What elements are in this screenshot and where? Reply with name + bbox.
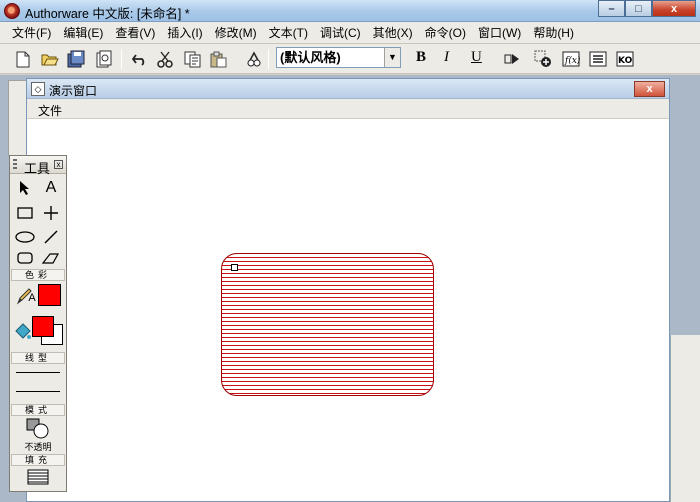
grip-handle-icon[interactable] (13, 159, 17, 171)
run-icon[interactable] (502, 49, 522, 69)
text-tool-icon[interactable]: A (39, 178, 63, 198)
fill-foreground-swatch[interactable] (32, 316, 54, 337)
presentation-window-icon: ◇ (31, 82, 45, 96)
mode-section-label: 模式 (11, 404, 65, 416)
rounded-rectangle-tool-icon[interactable] (13, 248, 37, 268)
menu-file[interactable]: 文件(F) (6, 22, 57, 44)
svg-text:f(x): f(x) (564, 55, 580, 66)
presentation-title: 演示窗口 (49, 84, 98, 98)
cut-icon[interactable] (155, 49, 175, 69)
polygon-tool-icon[interactable] (39, 248, 63, 268)
pointer-tool-icon[interactable] (13, 178, 37, 198)
toolbar-separator (121, 49, 122, 69)
striped-rounded-rectangle[interactable] (221, 253, 434, 396)
text-style-value: (默认风格) (280, 50, 341, 65)
menu-edit[interactable]: 编辑(E) (57, 22, 109, 44)
functions-icon[interactable]: f(x) (561, 49, 581, 69)
underline-button[interactable]: U (471, 49, 482, 66)
variables-icon[interactable] (588, 49, 608, 69)
window-controls: – □ x (598, 0, 696, 17)
italic-button[interactable]: I (444, 49, 449, 66)
maximize-button[interactable]: □ (625, 0, 652, 17)
window-title: Authorware 中文版: [未命名] * (25, 7, 190, 21)
opaque-mode-icon[interactable] (25, 418, 51, 440)
selection-handle[interactable] (231, 264, 238, 271)
close-button[interactable]: x (652, 0, 696, 17)
mode-value: 不透明 (24, 442, 52, 452)
ellipse-tool-icon[interactable] (13, 227, 37, 247)
line-style-section-label: 线型 (11, 352, 65, 364)
find-icon[interactable] (244, 49, 264, 69)
fill-section-label: 填充 (11, 454, 65, 466)
menu-command[interactable]: 命令(O) (419, 22, 472, 44)
line-style-option[interactable] (16, 391, 60, 392)
open-file-icon[interactable] (40, 49, 60, 69)
menu-debug[interactable]: 调试(C) (314, 22, 367, 44)
tools-close-button[interactable]: x (54, 160, 63, 169)
menu-text[interactable]: 文本(T) (263, 22, 314, 44)
text-style-select[interactable]: (默认风格) ▼ (276, 47, 401, 68)
minimize-button[interactable]: – (598, 0, 625, 17)
menu-help[interactable]: 帮助(H) (527, 22, 580, 44)
undo-icon[interactable] (130, 49, 150, 69)
authorware-app-icon[interactable] (4, 3, 20, 19)
tools-title: 工具 (24, 161, 51, 176)
menu-window[interactable]: 窗口(W) (472, 22, 527, 44)
presentation-title-bar[interactable]: ◇ 演示窗口 x (27, 79, 669, 99)
import-icon[interactable] (94, 49, 114, 69)
chevron-down-icon[interactable]: ▼ (384, 48, 400, 67)
svg-text:KO: KO (618, 56, 633, 66)
line-color-swatch[interactable] (38, 284, 61, 306)
save-all-icon[interactable] (66, 49, 86, 69)
copy-icon[interactable] (182, 49, 202, 69)
color-section-label: 色彩 (11, 269, 65, 281)
knowledge-objects-icon[interactable]: KO (615, 49, 635, 69)
right-panel-edge (670, 335, 700, 502)
line-tool-icon[interactable] (39, 227, 63, 247)
title-bar: Authorware 中文版: [未命名] * – □ x (0, 0, 700, 22)
paste-icon[interactable] (208, 49, 228, 69)
menu-modify[interactable]: 修改(M) (209, 22, 263, 44)
tools-header[interactable]: 工具 x (10, 156, 66, 176)
menu-bar: 文件(F) 编辑(E) 查看(V) 插入(I) 修改(M) 文本(T) 调试(C… (0, 22, 700, 44)
menu-other[interactable]: 其他(X) (367, 22, 419, 44)
new-file-icon[interactable] (13, 49, 33, 69)
bold-button[interactable]: B (416, 49, 426, 66)
menu-view[interactable]: 查看(V) (109, 22, 161, 44)
toolbar-separator (268, 49, 269, 69)
fill-pattern-icon[interactable] (26, 468, 50, 486)
presentation-menu-file[interactable]: 文件 (38, 102, 62, 119)
line-style-thin[interactable] (16, 372, 60, 373)
menu-insert[interactable]: 插入(I) (161, 22, 208, 44)
presentation-menu-bar: 文件 (27, 99, 669, 119)
presentation-close-button[interactable]: x (634, 81, 665, 97)
tools-palette: 工具 x A 色彩 A 线型 模式 不透明 填充 (9, 155, 67, 492)
rectangle-tool-icon[interactable] (13, 203, 37, 223)
control-panel-icon[interactable] (533, 49, 553, 69)
crosshair-tool-icon[interactable] (39, 203, 63, 223)
